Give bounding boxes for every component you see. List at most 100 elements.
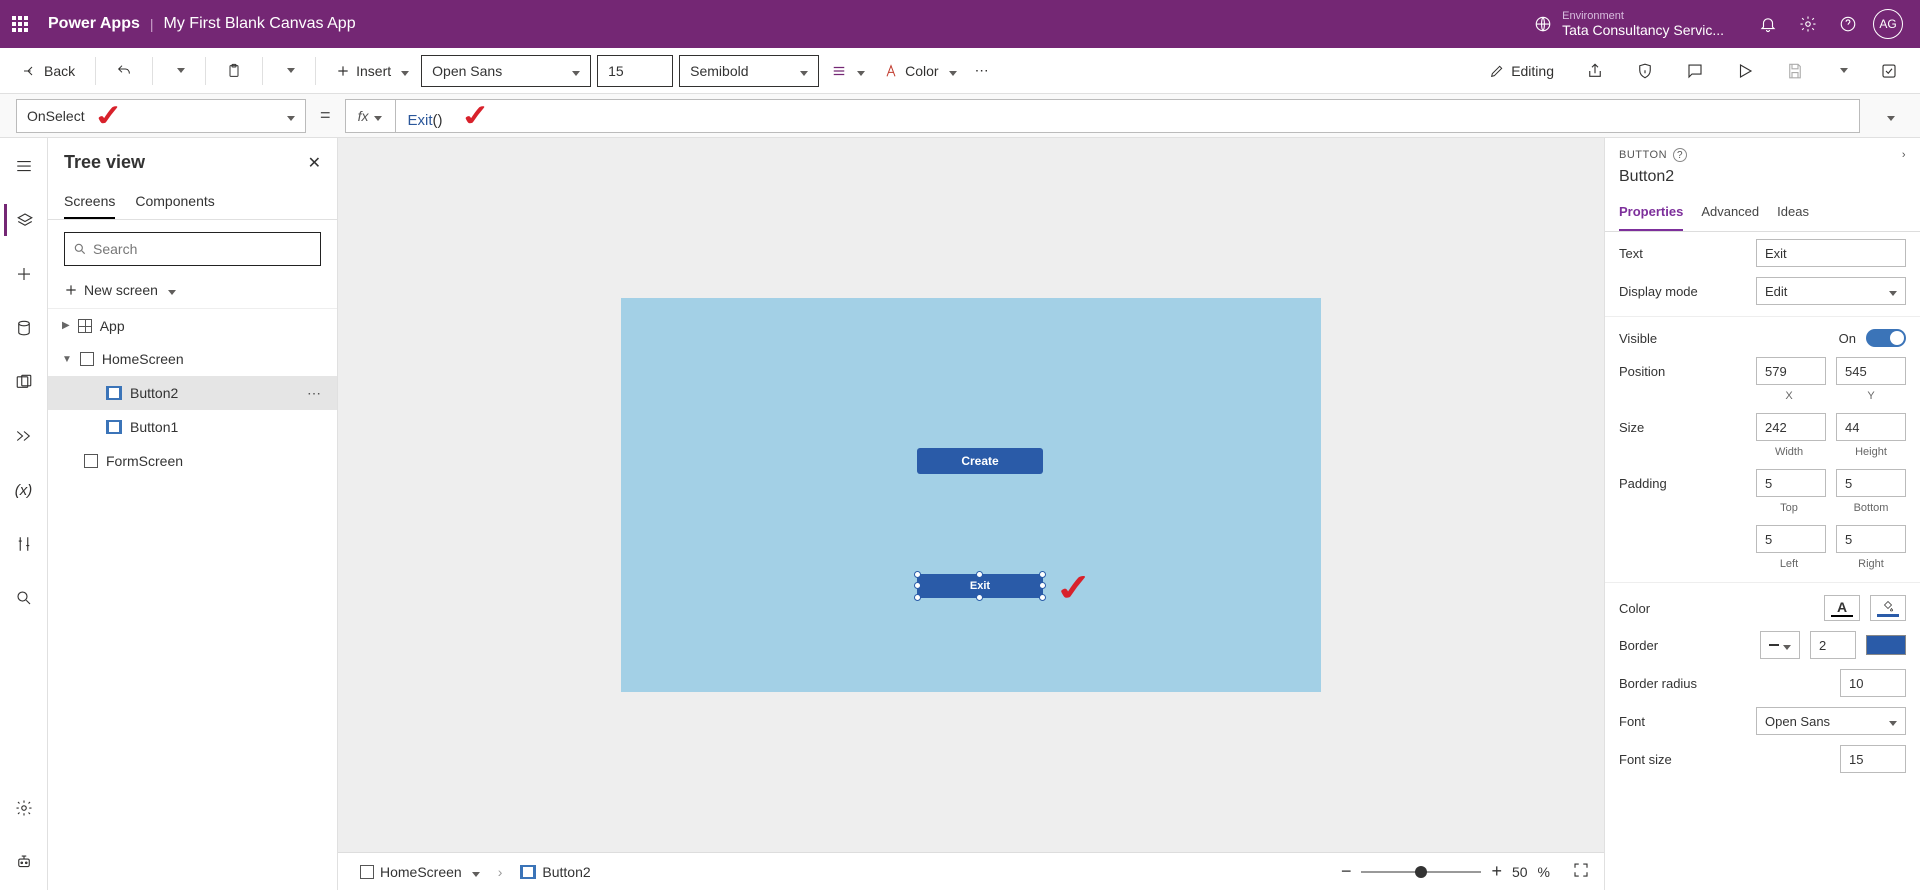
- hamburger-icon[interactable]: [4, 150, 44, 182]
- border-color-swatch[interactable]: [1866, 635, 1906, 655]
- tab-ideas[interactable]: Ideas: [1777, 196, 1809, 231]
- resize-handle[interactable]: [976, 571, 983, 578]
- border-style-dropdown[interactable]: [1760, 631, 1800, 659]
- back-button[interactable]: Back: [16, 59, 81, 83]
- new-screen-button[interactable]: New screen: [48, 276, 337, 308]
- variables-icon[interactable]: (x): [4, 474, 44, 506]
- canvas-screen[interactable]: Create Exit ✓: [621, 298, 1321, 692]
- data-icon[interactable]: [4, 312, 44, 344]
- padding-left-input[interactable]: 5: [1756, 525, 1826, 553]
- font-color-picker[interactable]: A: [1824, 595, 1860, 621]
- position-label: Position: [1619, 364, 1746, 379]
- collapse-panel-icon[interactable]: ›: [1902, 149, 1906, 161]
- breadcrumb-screen[interactable]: HomeScreen: [352, 861, 488, 883]
- help-icon[interactable]: [1828, 15, 1868, 33]
- display-mode-dropdown[interactable]: Edit: [1756, 277, 1906, 305]
- padding-top-input[interactable]: 5: [1756, 469, 1826, 497]
- tab-advanced[interactable]: Advanced: [1701, 196, 1759, 231]
- undo-dropdown[interactable]: [167, 64, 191, 77]
- zoom-out-button[interactable]: −: [1341, 861, 1352, 882]
- resize-handle[interactable]: [1039, 582, 1046, 589]
- advanced-tools-icon[interactable]: [4, 528, 44, 560]
- resize-handle[interactable]: [914, 582, 921, 589]
- tree-node-formscreen[interactable]: FormScreen: [48, 444, 337, 478]
- color-label: Color: [1619, 601, 1814, 616]
- tree-node-button2[interactable]: Button2 ⋯: [48, 376, 337, 410]
- comments-icon[interactable]: [1680, 58, 1710, 84]
- font-size-input[interactable]: 15: [597, 55, 673, 87]
- help-badge[interactable]: ?: [1673, 148, 1687, 162]
- more-options-icon[interactable]: ⋯: [307, 385, 323, 402]
- save-icon[interactable]: [1780, 58, 1810, 84]
- button-icon: [106, 386, 122, 400]
- font-weight-dropdown[interactable]: Semibold: [679, 55, 819, 87]
- more-button[interactable]: ⋯: [969, 58, 995, 83]
- user-avatar[interactable]: AG: [1868, 9, 1908, 39]
- border-radius-input[interactable]: 10: [1840, 669, 1906, 697]
- font-size-input[interactable]: 15: [1840, 745, 1906, 773]
- fill-color-picker[interactable]: [1870, 595, 1906, 621]
- paste-dropdown[interactable]: [277, 64, 301, 77]
- paste-button[interactable]: [220, 59, 248, 83]
- expand-formula-button[interactable]: [1874, 108, 1904, 124]
- width-input[interactable]: 242: [1756, 413, 1826, 441]
- canvas-create-button[interactable]: Create: [917, 448, 1043, 474]
- tab-screens[interactable]: Screens: [64, 185, 115, 219]
- waffle-icon[interactable]: [12, 16, 28, 32]
- preview-icon[interactable]: [1730, 58, 1760, 84]
- padding-right-input[interactable]: 5: [1836, 525, 1906, 553]
- resize-handle[interactable]: [1039, 571, 1046, 578]
- fit-to-screen-icon[interactable]: [1572, 861, 1590, 882]
- insert-rail-icon[interactable]: [4, 258, 44, 290]
- search-input[interactable]: Search: [64, 232, 321, 266]
- environment-selector[interactable]: Environment Tata Consultancy Servic...: [1534, 11, 1724, 38]
- font-family-dropdown[interactable]: Open Sans: [421, 55, 591, 87]
- tree-node-homescreen[interactable]: ▼ HomeScreen: [48, 342, 337, 376]
- annotation-checkmark: ✓: [91, 98, 126, 133]
- zoom-slider[interactable]: [1361, 871, 1481, 873]
- visible-toggle[interactable]: [1866, 329, 1906, 347]
- app-icon: [78, 319, 92, 333]
- settings-rail-icon[interactable]: [4, 792, 44, 824]
- property-selector[interactable]: OnSelect ✓: [16, 99, 306, 133]
- border-width-input[interactable]: 2: [1810, 631, 1856, 659]
- tab-components[interactable]: Components: [135, 185, 214, 219]
- height-input[interactable]: 44: [1836, 413, 1906, 441]
- element-name: Button2: [1605, 168, 1920, 196]
- search-rail-icon[interactable]: [4, 582, 44, 614]
- virtual-agent-icon[interactable]: [4, 846, 44, 878]
- power-automate-icon[interactable]: [4, 420, 44, 452]
- share-icon[interactable]: [1580, 58, 1610, 84]
- settings-icon[interactable]: [1788, 15, 1828, 33]
- tab-properties[interactable]: Properties: [1619, 196, 1683, 231]
- align-button[interactable]: [825, 59, 871, 83]
- editing-mode-button[interactable]: Editing: [1483, 59, 1560, 83]
- zoom-in-button[interactable]: +: [1491, 861, 1502, 882]
- media-icon[interactable]: [4, 366, 44, 398]
- formula-input[interactable]: fx Exit() ✓: [345, 99, 1860, 133]
- notifications-icon[interactable]: [1748, 15, 1788, 33]
- app-title: My First Blank Canvas App: [164, 15, 356, 33]
- font-dropdown[interactable]: Open Sans: [1756, 707, 1906, 735]
- save-dropdown[interactable]: [1830, 64, 1854, 77]
- publish-icon[interactable]: [1874, 58, 1904, 84]
- resize-handle[interactable]: [914, 571, 921, 578]
- padding-bottom-input[interactable]: 5: [1836, 469, 1906, 497]
- zoom-value: 50: [1512, 864, 1528, 880]
- insert-button[interactable]: Insert: [330, 59, 415, 83]
- font-color-button[interactable]: Color: [877, 59, 962, 83]
- app-checker-icon[interactable]: [1630, 58, 1660, 84]
- tree-node-button1[interactable]: Button1: [48, 410, 337, 444]
- undo-button[interactable]: [110, 59, 138, 83]
- text-input[interactable]: Exit: [1756, 239, 1906, 267]
- resize-handle[interactable]: [914, 594, 921, 601]
- tree-view-icon[interactable]: [4, 204, 44, 236]
- close-panel-icon[interactable]: ✕: [308, 153, 321, 173]
- resize-handle[interactable]: [1039, 594, 1046, 601]
- breadcrumb-element[interactable]: Button2: [512, 861, 598, 883]
- element-type-label: Button: [1619, 149, 1667, 161]
- position-y-input[interactable]: 545: [1836, 357, 1906, 385]
- position-x-input[interactable]: 579: [1756, 357, 1826, 385]
- resize-handle[interactable]: [976, 594, 983, 601]
- tree-node-app[interactable]: ▶ App: [48, 308, 337, 342]
